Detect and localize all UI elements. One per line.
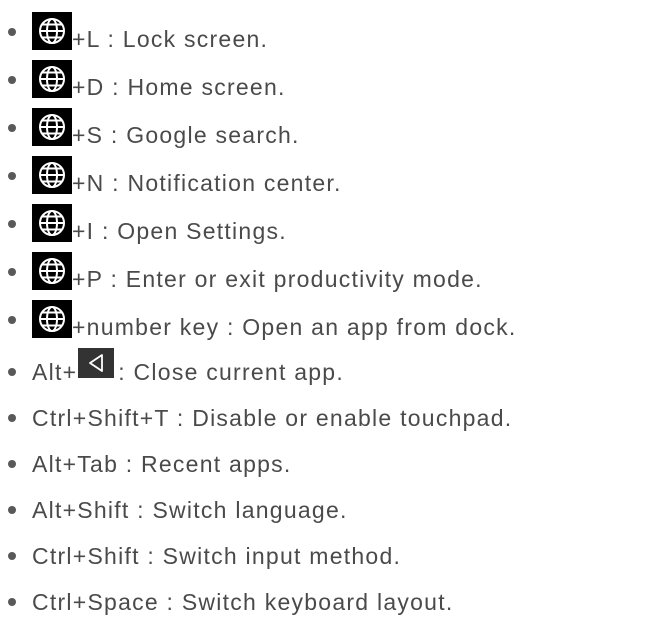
globe-key-icon [32,60,72,98]
list-item: +D : Home screen. [0,60,286,100]
shortcut-text: +P : Enter or exit productivity mode. [72,265,483,292]
keyboard-shortcuts-list: +L : Lock screen. +D : Home screen. +S :… [0,0,646,632]
list-item: Alt+Tab : Recent apps. [0,444,292,484]
list-item: +number key : Open an app from dock. [0,300,517,340]
bullet [8,368,16,376]
bullet [8,552,16,560]
shortcut-text: Ctrl+Shift+T : Disable or enable touchpa… [32,404,513,431]
shortcut-text: : Close current app. [118,358,344,385]
list-item: +N : Notification center. [0,156,342,196]
list-item: Alt+Shift : Switch language. [0,490,348,530]
shortcut-text: Alt+Tab : Recent apps. [32,450,292,477]
list-item: Ctrl+Shift+T : Disable or enable touchpa… [0,398,512,438]
bullet [8,414,16,422]
shortcut-text: +L : Lock screen. [72,25,269,52]
shortcut-text: +I : Open Settings. [72,217,287,244]
bullet [8,220,16,228]
shortcut-text: +D : Home screen. [72,73,286,100]
globe-key-icon [32,204,72,242]
globe-key-icon [32,12,72,50]
bullet [8,268,16,276]
shortcut-text: +S : Google search. [72,121,300,148]
back-key-icon [78,348,115,378]
globe-key-icon [32,300,72,338]
list-item: +L : Lock screen. [0,12,268,52]
shortcut-text: +number key : Open an app from dock. [72,313,517,340]
list-item: Alt+ : Close current app. [0,348,344,392]
list-item: Ctrl+Space : Switch keyboard layout. [0,582,454,622]
list-item: +P : Enter or exit productivity mode. [0,252,483,292]
bullet [8,76,16,84]
shortcut-text: Ctrl+Shift : Switch input method. [32,542,402,569]
shortcut-text: Ctrl+Space : Switch keyboard layout. [32,588,454,615]
bullet [8,460,16,468]
shortcut-prefix: Alt+ [32,358,78,385]
bullet [8,172,16,180]
bullet [8,124,16,132]
shortcut-text: +N : Notification center. [72,169,342,196]
list-item: +S : Google search. [0,108,300,148]
list-item: +I : Open Settings. [0,204,287,244]
globe-key-icon [32,252,72,290]
bullet [8,316,16,324]
list-item: Ctrl+Shift : Switch input method. [0,536,401,576]
globe-key-icon [32,108,72,146]
shortcut-text: Alt+Shift : Switch language. [32,496,348,523]
bullet [8,598,16,606]
globe-key-icon [32,156,72,194]
bullet [8,506,16,514]
bullet [8,28,16,36]
